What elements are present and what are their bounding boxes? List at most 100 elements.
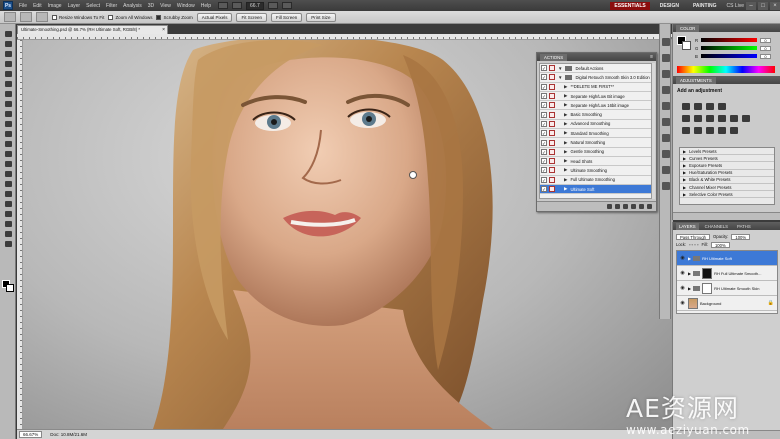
workspace-essentials[interactable]: ESSENTIALS (610, 1, 650, 10)
menu-help[interactable]: Help (198, 3, 214, 9)
color-balance-icon[interactable] (706, 115, 714, 122)
new-set-icon[interactable] (631, 204, 636, 209)
action-row[interactable]: ✓ ▶ Advanced Smoothing (540, 120, 653, 130)
delete-icon[interactable] (647, 204, 652, 209)
expand-right-icon[interactable]: ▶ (683, 170, 686, 175)
slider-value[interactable]: 0 (760, 37, 771, 43)
blend-mode-select[interactable]: Pass Through (676, 233, 710, 240)
expand-right-icon[interactable]: ▶ (564, 149, 567, 155)
print-size-button[interactable]: Print Size (306, 12, 336, 22)
expand-down-icon[interactable]: ▼ (558, 75, 562, 80)
selective-color-icon[interactable] (730, 127, 738, 134)
dialog-toggle-icon[interactable] (549, 102, 555, 109)
info-icon[interactable] (662, 150, 670, 158)
expand-right-icon[interactable]: ▶ (683, 149, 686, 154)
expand-right-icon[interactable]: ▶ (564, 140, 567, 146)
action-row[interactable]: ✓ ▶ Ultimate Smoothing (540, 166, 653, 176)
brush-presets-icon[interactable] (662, 86, 670, 94)
zoom-level[interactable]: 66.7 (246, 1, 264, 10)
healing-brush-tool-icon[interactable] (3, 90, 13, 98)
action-row[interactable]: ✓ ▶ Head Shots (540, 157, 653, 167)
expand-right-icon[interactable]: ▶ (683, 192, 686, 197)
type-tool-icon[interactable] (3, 180, 13, 188)
actions-icon[interactable] (662, 70, 670, 78)
cs-live-button[interactable]: CS Live (726, 3, 744, 9)
menu-image[interactable]: Image (45, 3, 65, 9)
expand-right-icon[interactable]: ▶ (564, 102, 567, 108)
layer-mask-thumbnail[interactable] (702, 282, 713, 294)
background-color-swatch[interactable] (6, 284, 14, 292)
minimize-icon[interactable]: – (746, 1, 756, 10)
new-action-icon[interactable] (639, 204, 644, 209)
expand-right-icon[interactable]: ▶ (564, 93, 567, 99)
zoom-in-icon[interactable] (20, 12, 32, 22)
action-row[interactable]: ✓ ▶ Standard Smoothing (540, 129, 653, 139)
dialog-toggle-icon[interactable] (549, 74, 555, 81)
dialog-toggle-icon[interactable] (549, 65, 555, 72)
expand-right-icon[interactable]: ▶ (564, 121, 567, 127)
close-document-icon[interactable]: × (162, 26, 165, 34)
expand-right-icon[interactable]: ▶ (564, 158, 567, 164)
dialog-toggle-icon[interactable] (549, 139, 555, 146)
menu-analysis[interactable]: Analysis (120, 3, 145, 9)
expand-right-icon[interactable]: ▶ (688, 256, 691, 261)
dialog-toggle-icon[interactable] (549, 83, 555, 90)
brush-tool-icon[interactable] (3, 100, 13, 108)
zoom-all-windows-checkbox[interactable]: Zoom All Windows (108, 14, 152, 20)
expand-right-icon[interactable]: ▶ (564, 167, 567, 173)
hue-saturation-icon[interactable] (694, 115, 702, 122)
tab-actions[interactable]: ACTIONS (540, 53, 568, 61)
fill-field[interactable]: 100% (710, 241, 730, 248)
toggle-item-checkbox[interactable]: ✓ (541, 74, 547, 81)
toggle-item-checkbox[interactable]: ✓ (541, 176, 547, 183)
resize-windows-checkbox[interactable]: Resize Windows To Fit (52, 14, 104, 20)
adjustment-preset-row[interactable]: ▶ Black & White Presets (680, 177, 774, 184)
adjustment-preset-row[interactable]: ▶ Selective Color Presets (680, 191, 774, 199)
curves-icon[interactable] (706, 103, 714, 110)
layer-row[interactable]: ◉ ▶ RH Ultimate Soft (677, 251, 777, 266)
doc-size-info[interactable]: Doc: 10.8M/21.6M (50, 432, 87, 437)
expand-right-icon[interactable]: ▶ (688, 286, 691, 291)
checkbox-box[interactable] (108, 14, 114, 20)
hand-tool-icon[interactable] (3, 230, 13, 238)
visibility-eye-icon[interactable]: ◉ (679, 300, 686, 307)
action-row[interactable]: ✓ ▶ Gentle Smoothing (540, 148, 653, 157)
dialog-toggle-icon[interactable] (549, 148, 555, 155)
checkbox-box[interactable] (52, 14, 57, 20)
toggle-item-checkbox[interactable]: ✓ (541, 65, 547, 72)
gradient-tool-icon[interactable] (3, 140, 13, 148)
quick-select-tool-icon[interactable] (3, 60, 13, 68)
slider-value[interactable]: 0 (760, 53, 771, 59)
tab-channels[interactable]: CHANNELS (702, 223, 731, 230)
opacity-field[interactable]: 100% (731, 233, 751, 240)
expand-right-icon[interactable]: ▶ (564, 112, 567, 118)
workspace-design[interactable]: DESIGN (656, 2, 683, 10)
history-brush-tool-icon[interactable] (3, 120, 13, 128)
photo-filter-icon[interactable] (730, 115, 738, 122)
close-icon[interactable]: × (770, 1, 780, 10)
action-row[interactable]: ✓ ▶ Separate High/Low 16bit image (540, 101, 653, 111)
visibility-eye-icon[interactable]: ◉ (679, 285, 686, 292)
threshold-icon[interactable] (706, 127, 714, 134)
dialog-toggle-icon[interactable] (549, 130, 555, 137)
actions-panel-header[interactable]: ACTIONS ≡ (537, 53, 656, 61)
status-zoom-field[interactable]: 66.67% (19, 431, 43, 438)
expand-right-icon[interactable]: ▶ (683, 163, 686, 168)
menu-edit[interactable]: Edit (30, 3, 45, 9)
vibrance-icon[interactable] (682, 115, 690, 122)
levels-icon[interactable] (694, 103, 702, 110)
expand-right-icon[interactable]: ▶ (564, 84, 567, 90)
green-slider[interactable]: G 0 (695, 45, 775, 51)
action-row[interactable]: ✓ ▶ Ultimate Soft (540, 184, 653, 195)
lasso-tool-icon[interactable] (3, 50, 13, 58)
expand-right-icon[interactable]: ▶ (683, 185, 686, 190)
gradient-map-icon[interactable] (718, 127, 726, 134)
fill-screen-button[interactable]: Fill Screen (271, 12, 303, 22)
dialog-toggle-icon[interactable] (549, 120, 555, 127)
dialog-toggle-icon[interactable] (549, 176, 555, 183)
red-slider[interactable]: R 0 (695, 37, 775, 43)
adjustments-panel-header[interactable]: ADJUSTMENTS (673, 76, 780, 84)
paragraph-icon[interactable] (662, 134, 670, 142)
dialog-toggle-icon[interactable] (549, 111, 555, 118)
shape-tool-icon[interactable] (3, 200, 13, 208)
